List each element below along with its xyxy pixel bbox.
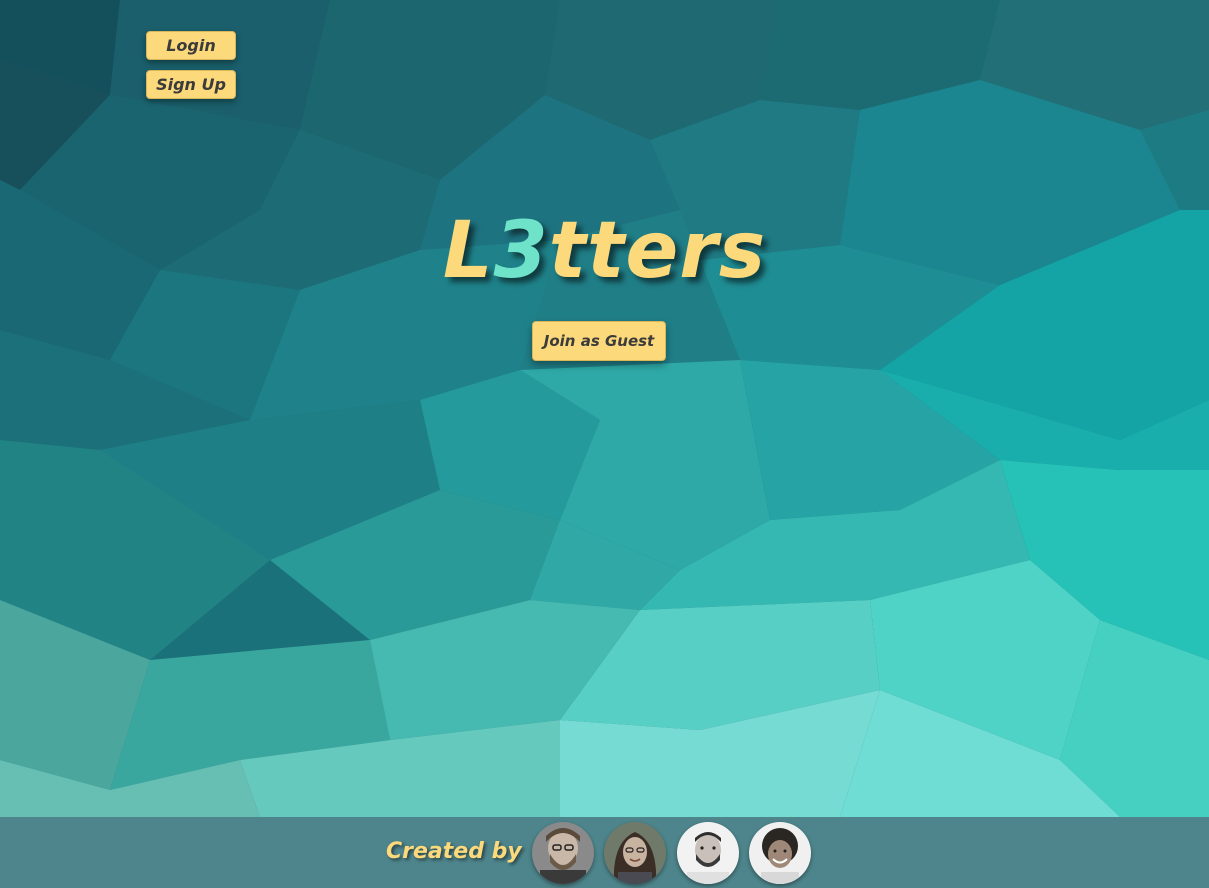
creator-avatar[interactable] [532, 822, 594, 884]
created-by-label: Created by [386, 839, 522, 864]
creator-avatar[interactable] [677, 822, 739, 884]
footer: Created by [0, 817, 1209, 888]
landing-page: Login Sign Up L3tters Join as Guest Crea… [0, 0, 1209, 888]
avatar-photo-icon [532, 822, 594, 884]
login-button[interactable]: Login [146, 31, 236, 60]
logo-text-start: L [442, 206, 494, 296]
signup-button[interactable]: Sign Up [146, 70, 236, 99]
app-logo: L3tters [0, 196, 1209, 306]
creator-avatar[interactable] [749, 822, 811, 884]
join-as-guest-button[interactable]: Join as Guest [532, 321, 666, 361]
logo-text-accent: 3 [493, 206, 549, 296]
avatar-photo-icon [604, 822, 666, 884]
avatar-photo-icon [677, 822, 739, 884]
avatar-photo-icon [749, 822, 811, 884]
logo-text-end: tters [548, 206, 767, 296]
low-poly-background [0, 0, 1209, 817]
creator-avatar[interactable] [604, 822, 666, 884]
